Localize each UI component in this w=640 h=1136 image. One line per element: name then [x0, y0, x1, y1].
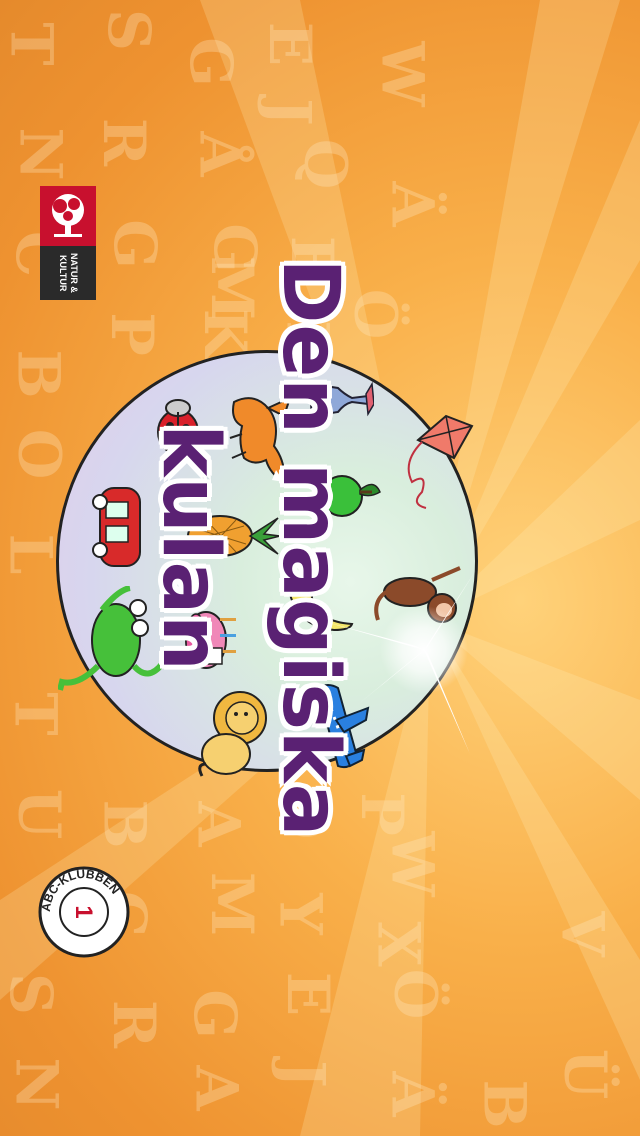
bg-letter: S — [94, 9, 163, 51]
bg-letter: B — [90, 799, 159, 849]
bg-letter: A — [182, 1065, 251, 1111]
bg-letter: T — [0, 22, 66, 66]
bg-letter: W — [378, 831, 447, 897]
badge-number: 1 — [70, 905, 97, 918]
bg-letter: G — [176, 37, 245, 87]
bg-letter: L — [0, 533, 65, 575]
bg-letter: R — [90, 117, 159, 167]
bg-letter: V — [548, 911, 617, 957]
bg-letter: J — [269, 1060, 338, 1088]
bg-letter: Ü — [551, 1048, 620, 1100]
bg-letter: E — [256, 21, 325, 67]
publisher-logo[interactable]: NATUR & KULTUR — [40, 186, 96, 300]
bg-letter: U — [5, 788, 74, 840]
bg-letter: G — [100, 219, 169, 269]
bg-letter: A — [184, 801, 253, 847]
publisher-logo-text: NATUR & KULTUR — [58, 253, 79, 293]
tree-icon — [40, 186, 96, 246]
bg-letter: X — [364, 921, 433, 967]
bg-letter: J — [255, 98, 324, 126]
bg-letter: Å — [186, 131, 255, 177]
bg-letter: W — [368, 41, 437, 107]
bg-letter: G — [180, 989, 249, 1039]
abc-klubben-badge[interactable]: ABC-KLUBBEN 1 — [38, 866, 130, 958]
bg-letter: N — [6, 127, 75, 181]
bg-letter: Ö — [381, 968, 450, 1020]
bg-letter: Ä — [378, 181, 447, 227]
bg-letter: E — [274, 971, 343, 1017]
bg-letter: R — [100, 999, 169, 1049]
bg-letter: N — [2, 1057, 71, 1111]
bg-letter: Ä — [378, 1071, 447, 1117]
app-title: Den magiska kulan — [145, 258, 355, 838]
bg-letter: B — [470, 1079, 539, 1129]
bg-letter: S — [0, 973, 65, 1015]
